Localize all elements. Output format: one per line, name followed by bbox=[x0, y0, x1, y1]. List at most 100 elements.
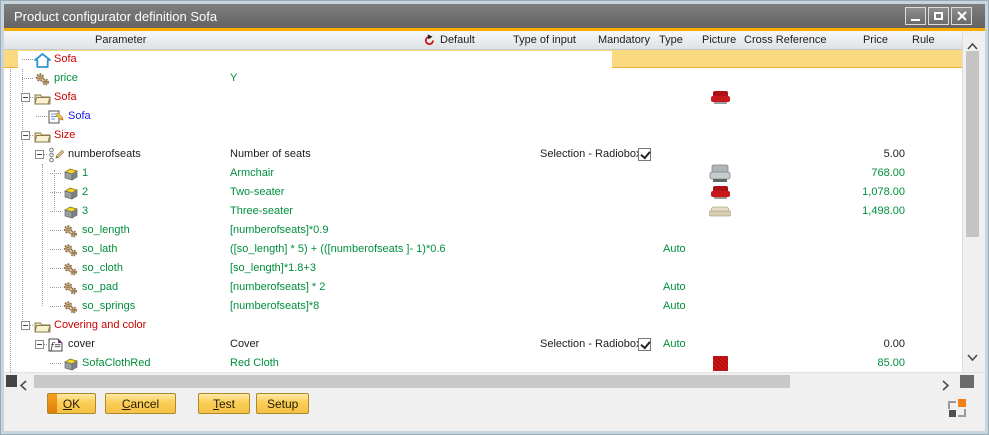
collapse-toggle[interactable] bbox=[21, 93, 30, 102]
table-row[interactable]: so_pad[numberofseats] * 2Auto bbox=[4, 278, 962, 297]
svg-text:f=: f= bbox=[50, 342, 62, 352]
parameter-name: numberofseats bbox=[68, 145, 141, 164]
table-row[interactable]: 3Three-seater1,498.00 bbox=[4, 202, 962, 221]
type-of-input-value: Selection - Radiobox bbox=[540, 145, 642, 164]
table-row[interactable]: Sofa bbox=[4, 107, 962, 126]
folder-icon bbox=[34, 318, 51, 334]
button-label: Setup bbox=[267, 397, 298, 411]
price-value: 1,078.00 bbox=[762, 183, 905, 202]
tree-connector bbox=[50, 173, 61, 174]
price-value: 85.00 bbox=[762, 354, 905, 372]
table-row[interactable]: so_lath([so_length] * 5) + (([numberofse… bbox=[4, 240, 962, 259]
table-row[interactable]: so_length [numberofseats]*0.9 bbox=[4, 221, 962, 240]
tree-connector bbox=[50, 306, 61, 307]
grip-accent-square bbox=[958, 399, 966, 407]
inline-edit-cell[interactable] bbox=[18, 51, 612, 68]
box-icon bbox=[62, 204, 79, 220]
minimize-button[interactable] bbox=[905, 7, 926, 25]
parameter-description: Armchair bbox=[230, 164, 274, 183]
parameter-description: Three-seater bbox=[230, 202, 293, 221]
vertical-scrollbar-thumb[interactable] bbox=[966, 51, 979, 237]
box-icon bbox=[62, 185, 79, 201]
type-of-input-value: Selection - Radiobox bbox=[540, 335, 642, 354]
tree-connector bbox=[50, 249, 61, 250]
price-value: 5.00 bbox=[762, 145, 905, 164]
parameter-name: so_cloth bbox=[82, 259, 123, 278]
parameter-name: cover bbox=[68, 335, 95, 354]
type-value: Auto bbox=[663, 297, 686, 316]
cancel-button[interactable]: Cancel bbox=[105, 393, 176, 414]
tree-connector bbox=[50, 211, 61, 212]
collapse-toggle[interactable] bbox=[35, 150, 44, 159]
table-row[interactable]: numberofseatsNumber of seatsSelection - … bbox=[4, 145, 962, 164]
parameter-description: [so_length]*1.8+3 bbox=[230, 259, 316, 278]
default-button-accent bbox=[48, 394, 57, 413]
collapse-toggle[interactable] bbox=[21, 131, 30, 140]
parameter-name: price bbox=[54, 69, 78, 88]
mandatory-checkbox[interactable] bbox=[638, 148, 651, 161]
scroll-down-icon[interactable] bbox=[967, 348, 978, 366]
picture-thumbnail-armchair bbox=[702, 164, 738, 183]
gears-icon bbox=[62, 299, 78, 315]
maximize-icon bbox=[934, 12, 943, 20]
close-button[interactable] bbox=[951, 7, 972, 25]
table-row[interactable]: Covering and color bbox=[4, 316, 962, 335]
table-row[interactable]: so_cloth [so_length]*1.8+3 bbox=[4, 259, 962, 278]
button-label: Test bbox=[213, 397, 235, 411]
table-row[interactable]: so_springs[numberofseats]*8Auto bbox=[4, 297, 962, 316]
parameter-description: [numberofseats]*0.9 bbox=[230, 221, 328, 240]
parameter-description: [numberofseats] * 2 bbox=[230, 278, 325, 297]
grip-bracket bbox=[958, 409, 966, 417]
table-row[interactable]: Size bbox=[4, 126, 962, 145]
tree-connector bbox=[50, 287, 61, 288]
column-header-mandatory: Mandatory bbox=[598, 31, 650, 50]
vertical-scrollbar[interactable] bbox=[962, 31, 981, 372]
ok-button[interactable]: OK bbox=[47, 393, 96, 414]
setup-button[interactable]: Setup bbox=[256, 393, 309, 414]
type-value: Auto bbox=[663, 240, 686, 259]
parameter-name: Covering and color bbox=[54, 316, 146, 335]
formula-doc-icon: f= bbox=[48, 337, 63, 353]
column-header-picture: Picture bbox=[702, 31, 736, 50]
parameter-name: so_length bbox=[82, 221, 130, 240]
parameter-description: ([so_length] * 5) + (([numberofseats ]- … bbox=[230, 240, 446, 259]
horizontal-scrollbar-thumb[interactable] bbox=[34, 375, 790, 388]
table-row[interactable]: Sofa bbox=[4, 88, 962, 107]
grip-dark-square bbox=[949, 410, 956, 417]
parameter-description: Y bbox=[230, 69, 237, 88]
table-row[interactable]: price Y bbox=[4, 69, 962, 88]
table-row[interactable]: SofaClothRedRed Cloth85.00 bbox=[4, 354, 962, 372]
mandatory-checkbox[interactable] bbox=[638, 338, 651, 351]
parameter-name: 3 bbox=[82, 202, 88, 221]
column-header-rule: Rule bbox=[912, 31, 935, 50]
picture-thumbnail-sofa-beige bbox=[702, 202, 738, 221]
button-bar: OK Cancel Test Setup bbox=[4, 393, 985, 423]
table-row[interactable]: f=coverCoverSelection - RadioboxAuto0.00 bbox=[4, 335, 962, 354]
collapse-toggle[interactable] bbox=[35, 340, 44, 349]
test-button[interactable]: Test bbox=[198, 393, 250, 414]
gears-icon bbox=[62, 280, 78, 296]
type-value: Auto bbox=[663, 335, 686, 354]
button-label: Cancel bbox=[122, 397, 159, 411]
parameter-name: 2 bbox=[82, 183, 88, 202]
minimize-icon bbox=[911, 19, 920, 21]
collapse-toggle[interactable] bbox=[21, 321, 30, 330]
radio-pencil-icon bbox=[48, 147, 65, 163]
parameter-description: [numberofseats]*8 bbox=[230, 297, 319, 316]
box-icon bbox=[62, 356, 79, 372]
title-bar[interactable]: Product configurator definition Sofa bbox=[4, 4, 985, 28]
horizontal-scrollbar[interactable] bbox=[4, 372, 985, 389]
table-row[interactable]: 2Two-seater1,078.00 bbox=[4, 183, 962, 202]
parameter-name: Sofa bbox=[54, 50, 77, 69]
table-row[interactable]: Sofa bbox=[4, 50, 962, 68]
close-icon bbox=[957, 11, 967, 21]
scrollbar-splitter[interactable] bbox=[6, 375, 17, 387]
tree-connector bbox=[22, 59, 33, 60]
parameter-name: Size bbox=[54, 126, 75, 145]
parameter-name: so_pad bbox=[82, 278, 118, 297]
gears-icon bbox=[62, 242, 78, 258]
table-row[interactable]: 1Armchair768.00 bbox=[4, 164, 962, 183]
resize-grip-icon[interactable] bbox=[948, 399, 967, 418]
maximize-button[interactable] bbox=[928, 7, 949, 25]
dialog-content: Product configurator definition Sofa Par… bbox=[4, 4, 985, 431]
